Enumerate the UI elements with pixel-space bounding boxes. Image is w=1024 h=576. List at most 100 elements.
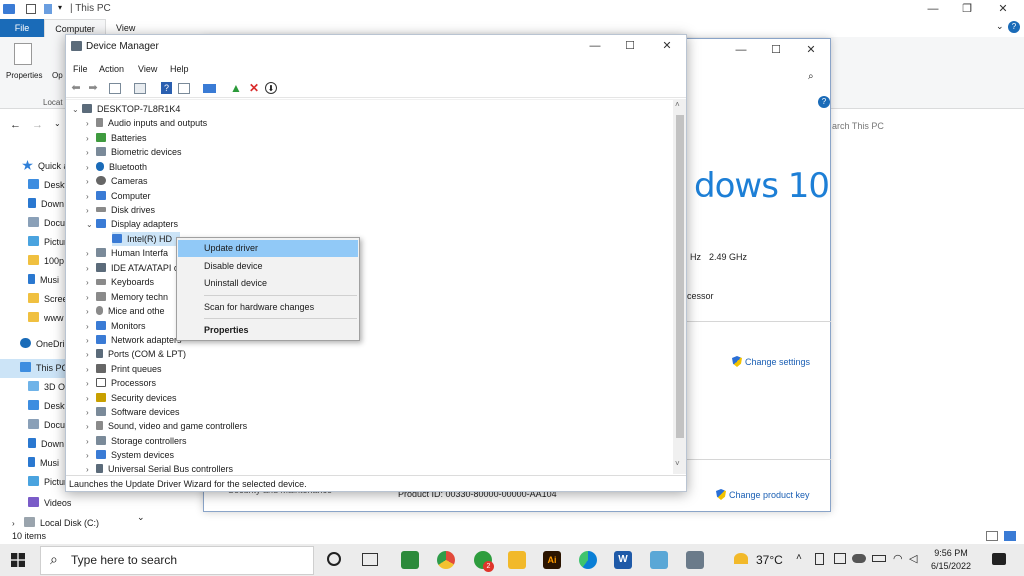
maximize-icon[interactable]: ❐ bbox=[950, 0, 984, 19]
uninstall-device-menu-item[interactable]: Uninstall device bbox=[178, 275, 358, 292]
menu-file[interactable]: File bbox=[73, 61, 88, 77]
ribbon-expand-icon[interactable]: ⌄ bbox=[996, 21, 1004, 32]
sidebar-item-documents-pc[interactable]: Docu bbox=[28, 416, 65, 435]
minimize-icon[interactable]: — bbox=[578, 37, 612, 56]
control-panel-icon[interactable] bbox=[650, 551, 668, 569]
download-circle-icon[interactable]: ⬇ bbox=[265, 82, 277, 94]
expand-chevron-icon[interactable]: › bbox=[86, 363, 96, 377]
scroll-up-icon[interactable]: ˄ bbox=[675, 100, 680, 109]
recent-dropdown-icon[interactable]: ⌄ bbox=[54, 119, 61, 128]
details-view-icon[interactable] bbox=[986, 531, 998, 541]
expand-chevron-icon[interactable]: › bbox=[86, 146, 96, 160]
tree-root[interactable]: ⌄ DESKTOP-7L8R1K4 bbox=[72, 102, 180, 116]
expand-chevron-icon[interactable]: › bbox=[86, 449, 96, 463]
tree-item-storage-controllers[interactable]: › Storage controllers bbox=[86, 434, 187, 448]
tree-item-audio[interactable]: › Audio inputs and outputs bbox=[86, 116, 207, 130]
sidebar-item-desktop[interactable]: Deskt bbox=[28, 176, 67, 195]
tree-item-ports[interactable]: › Ports (COM & LPT) bbox=[86, 347, 186, 361]
sidebar-item-downloads-pc[interactable]: Down bbox=[28, 435, 64, 454]
close-icon[interactable]: ✕ bbox=[794, 41, 828, 60]
forward-arrow-icon[interactable]: → bbox=[32, 119, 43, 131]
open-button[interactable]: Op bbox=[52, 71, 63, 80]
large-icons-view-icon[interactable] bbox=[1004, 531, 1016, 541]
expand-chevron-icon[interactable]: › bbox=[86, 117, 96, 131]
tree-item-print-queues[interactable]: › Print queues bbox=[86, 362, 162, 376]
sidebar-item-pictures-pc[interactable]: Pictur bbox=[28, 473, 67, 492]
uninstall-x-icon[interactable]: ✕ bbox=[247, 81, 261, 95]
show-hidden-icons-icon[interactable]: ˄ bbox=[796, 552, 802, 563]
tree-item-biometric[interactable]: › Biometric devices bbox=[86, 145, 182, 159]
tree-item-human-interface[interactable]: › Human Interfa bbox=[86, 246, 168, 260]
taskbar-search-input[interactable]: Type here to search bbox=[71, 547, 177, 574]
battery-tray-icon[interactable] bbox=[872, 555, 886, 562]
scroll-down-icon[interactable]: ˅ bbox=[675, 459, 680, 468]
cortana-icon[interactable] bbox=[327, 552, 341, 566]
help-icon[interactable]: ? bbox=[1008, 21, 1020, 33]
start-button[interactable] bbox=[0, 544, 38, 576]
tree-item-keyboards[interactable]: › Keyboards bbox=[86, 275, 154, 289]
sidebar-item-100p[interactable]: 100p bbox=[28, 252, 64, 271]
back-arrow-icon[interactable]: ⬅ bbox=[69, 81, 83, 95]
maximize-icon[interactable]: ☐ bbox=[613, 37, 647, 56]
wifi-icon[interactable]: ◠ bbox=[893, 552, 903, 565]
expand-chevron-icon[interactable]: › bbox=[86, 392, 96, 406]
tree-item-usb-controllers[interactable]: › Universal Serial Bus controllers bbox=[86, 462, 233, 474]
collapse-chevron-icon[interactable]: ⌄ bbox=[86, 218, 96, 232]
close-icon[interactable]: ✕ bbox=[650, 37, 684, 56]
properties-menu-item[interactable]: Properties bbox=[178, 322, 358, 339]
explorer-search-input[interactable]: arch This PC bbox=[832, 118, 1018, 134]
expand-chevron-icon[interactable]: › bbox=[86, 190, 96, 204]
tree-item-bluetooth[interactable]: › Bluetooth bbox=[86, 160, 147, 174]
sidebar-item-documents[interactable]: Docu bbox=[28, 214, 65, 233]
search-icon[interactable]: ⌕ bbox=[808, 71, 814, 82]
scrollbar-thumb[interactable] bbox=[676, 115, 684, 438]
expand-chevron-icon[interactable]: › bbox=[86, 406, 96, 420]
illustrator-icon[interactable]: Ai bbox=[543, 551, 561, 569]
sidebar-item-onedrive[interactable]: OneDri bbox=[20, 335, 65, 354]
task-view-icon[interactable] bbox=[362, 553, 378, 566]
expand-chevron-icon[interactable]: › bbox=[86, 463, 96, 474]
sidebar-item-this-pc[interactable]: This PC bbox=[0, 359, 70, 378]
tree-item-monitors[interactable]: › Monitors bbox=[86, 319, 146, 333]
tab-file[interactable]: File bbox=[0, 19, 44, 37]
weather-sun-icon[interactable] bbox=[734, 553, 748, 564]
file-explorer-icon[interactable] bbox=[508, 551, 526, 569]
sidebar-item-pictures[interactable]: Pictur bbox=[28, 233, 67, 252]
menu-action[interactable]: Action bbox=[99, 61, 124, 77]
collapse-chevron-icon[interactable]: ⌄ bbox=[72, 103, 82, 117]
expand-chevron-icon[interactable]: › bbox=[86, 348, 96, 362]
sidebar-item-music[interactable]: Musi bbox=[28, 271, 59, 290]
sidebar-item-3d-objects[interactable]: 3D O bbox=[28, 378, 65, 397]
expand-chevron-icon[interactable]: › bbox=[86, 247, 96, 261]
tree-item-sound-video[interactable]: › Sound, video and game controllers bbox=[86, 419, 247, 433]
properties-icon[interactable] bbox=[14, 43, 32, 65]
sidebar-item-music-pc[interactable]: Musi bbox=[28, 454, 59, 473]
tree-item-software-devices[interactable]: › Software devices bbox=[86, 405, 180, 419]
help-icon[interactable]: ? bbox=[161, 82, 172, 94]
action-pane-icon[interactable] bbox=[178, 83, 190, 94]
device-manager-taskbar-icon[interactable] bbox=[686, 551, 704, 569]
expand-chevron-icon[interactable]: › bbox=[86, 175, 96, 189]
system-clock[interactable]: 9:56 PM 6/15/2022 bbox=[925, 547, 977, 573]
volume-icon[interactable]: ◁ bbox=[909, 552, 917, 565]
tree-item-computer[interactable]: › Computer bbox=[86, 189, 151, 203]
checkmark-icon[interactable] bbox=[26, 4, 36, 14]
back-arrow-icon[interactable]: ← bbox=[10, 119, 21, 131]
expand-chevron-icon[interactable]: › bbox=[86, 262, 96, 276]
disable-device-menu-item[interactable]: Disable device bbox=[178, 258, 358, 275]
tree-item-security-devices[interactable]: › Security devices bbox=[86, 391, 177, 405]
expand-chevron-icon[interactable]: › bbox=[86, 305, 96, 319]
tree-scrollbar[interactable]: ˄ ˅ bbox=[673, 99, 686, 474]
tree-item-system-devices[interactable]: › System devices bbox=[86, 448, 174, 462]
change-product-key-link[interactable]: Change product key bbox=[716, 489, 810, 500]
tree-item-memory-technology[interactable]: › Memory techn bbox=[86, 290, 168, 304]
maximize-icon[interactable]: ☐ bbox=[759, 41, 793, 60]
tree-item-mice[interactable]: › Mice and othe bbox=[86, 304, 165, 318]
notifications-icon[interactable] bbox=[992, 553, 1006, 565]
expand-chevron-icon[interactable]: › bbox=[86, 276, 96, 290]
expand-chevron-icon[interactable]: › bbox=[86, 132, 96, 146]
close-icon[interactable]: ✕ bbox=[986, 0, 1020, 19]
expand-chevron-icon[interactable]: › bbox=[86, 334, 96, 348]
show-hide-console-tree-icon[interactable] bbox=[109, 83, 121, 94]
scan-hardware-changes-menu-item[interactable]: Scan for hardware changes bbox=[178, 299, 358, 316]
